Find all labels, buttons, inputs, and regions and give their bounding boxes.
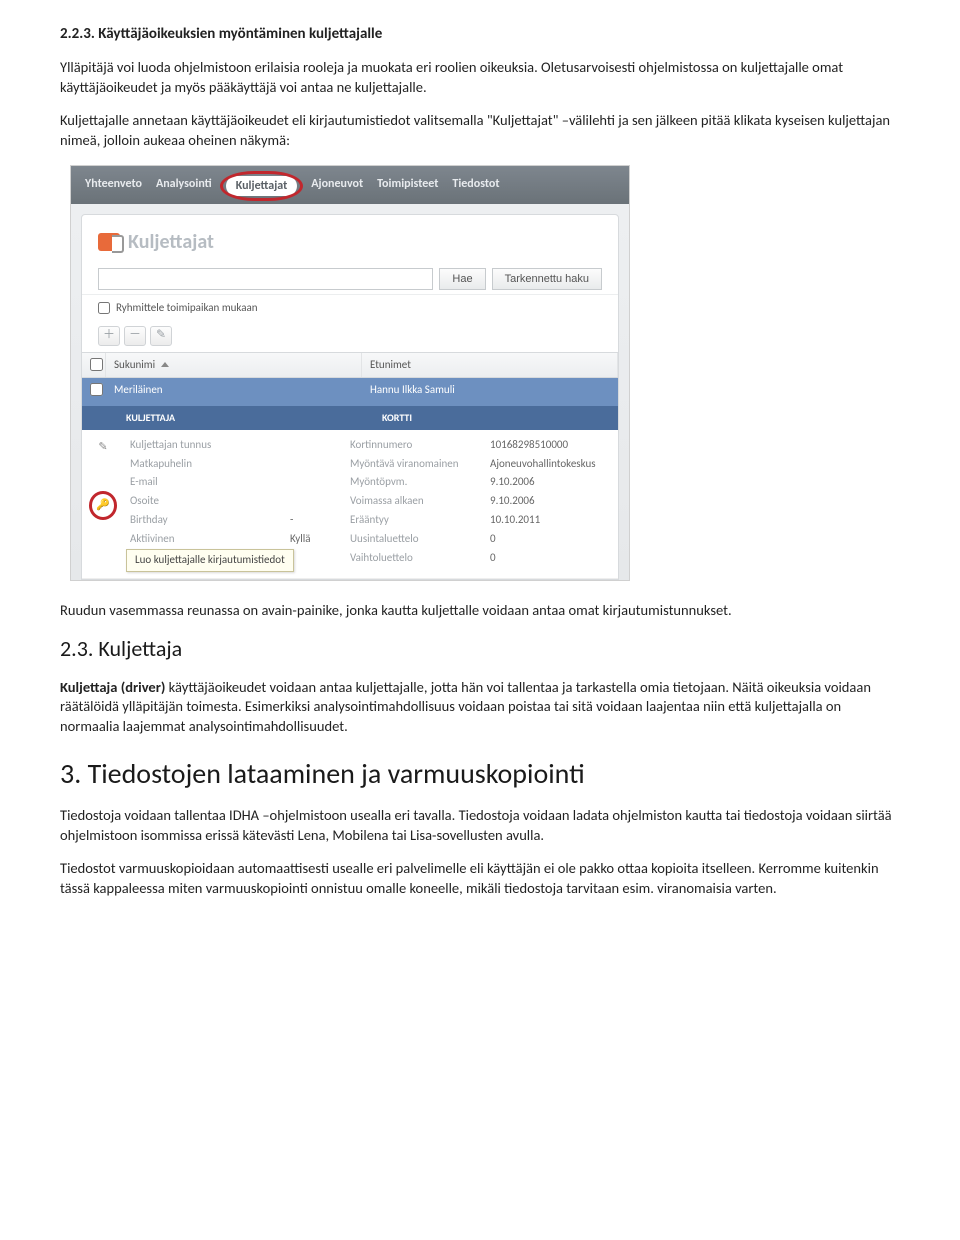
add-button[interactable]: ＋ [98,326,120,346]
group-by-row: Ryhmittele toimipaikan mukaan [82,294,618,322]
tab-tiedostot[interactable]: Tiedostot [452,176,499,196]
lbl-matkapuhelin: Matkapuhelin [124,455,284,474]
lbl-email: E-mail [124,473,284,492]
sort-asc-icon [161,362,169,367]
heading-223: 2.2.3. Käyttäjäoikeuksien myöntäminen ku… [60,24,900,44]
group-by-label: Ryhmittele toimipaikan mukaan [116,301,258,316]
lbl-myontava: Myöntävä viranomainen [344,455,484,474]
panel-kuljettajat: Kuljettajat Hae Tarkennettu haku Ryhmitt… [81,214,619,580]
lbl-birthday: Birthday [124,511,284,530]
advanced-search-button[interactable]: Tarkennettu haku [492,268,602,290]
row-surname: Meriläinen [106,378,362,406]
val-myontopvm: 9.10.2006 [484,473,618,492]
col-sukunimi-label: Sukunimi [114,358,155,373]
para-23-1: Kuljettaja (driver) käyttäjäoikeudet voi… [60,678,900,737]
col-etunimet[interactable]: Etunimet [362,353,618,378]
panel-title: Kuljettajat [82,215,618,268]
lbl-eraantyy: Erääntyy [344,511,484,530]
search-input[interactable] [98,268,433,290]
val-birthday: - [284,511,344,530]
lbl-osoite: Osoite [124,492,284,511]
para-3-1: Tiedostoja voidaan tallentaa IDHA –ohjel… [60,806,900,845]
para-223-1: Ylläpitäjä voi luoda ohjelmistoon erilai… [60,58,900,97]
tab-kuljettajat[interactable]: Kuljettajat [226,176,298,196]
subheader-right: KORTTI [362,406,618,430]
val-matkapuhelin [284,455,344,474]
search-row: Hae Tarkennettu haku [82,268,618,294]
tooltip-create-login: Luo kuljettajalle kirjautumistiedot [126,549,294,572]
detail-side-icons: ✎ 🔑 [82,436,124,568]
lbl-uusinta: Uusintaluettelo [344,530,484,549]
people-icon [98,233,120,251]
detail-subheader: KULJETTAJA KORTTI [82,406,618,430]
val-voimassa: 9.10.2006 [484,492,618,511]
val-kortinnumero: 10168298510000 [484,436,618,455]
val-myontava: Ajoneuvohallintokeskus [484,455,618,474]
para-223-2: Kuljettajalle annetaan käyttäjäoikeudet … [60,111,900,150]
lbl-aktiivinen: Aktiivinen [124,530,284,549]
panel-title-text: Kuljettajat [128,229,214,256]
table-row[interactable]: Meriläinen Hannu Ilkka Samuli [82,378,618,406]
tab-analysointi[interactable]: Analysointi [156,176,212,196]
tab-kuljettajat-label: Kuljettajat [236,179,288,193]
heading-23: 2.3. Kuljettaja [60,634,900,664]
row-firstnames: Hannu Ilkka Samuli [362,378,618,406]
screenshot-kuljettajat: Yhteenveto Analysointi Kuljettajat Ajone… [70,165,630,581]
detail-panel: ✎ 🔑 Kuljettajan tunnus Kortinnumero 1016… [82,430,618,579]
val-uusinta: 0 [484,530,618,549]
tab-ajoneuvot[interactable]: Ajoneuvot [311,176,363,196]
para-3-2: Tiedostot varmuuskopioidaan automaattise… [60,859,900,898]
lbl-tunnus: Kuljettajan tunnus [124,436,284,455]
lbl-vaihto: Vaihtoluettelo [344,549,484,568]
para-223-after: Ruudun vasemmassa reunassa on avain-pain… [60,601,900,621]
val-tunnus [284,436,344,455]
grid-header: Sukunimi Etunimet [82,352,618,379]
val-aktiivinen: Kyllä [284,530,344,549]
para-23-bold: Kuljettaja (driver) [60,678,165,696]
val-vaihto: 0 [484,549,618,568]
row-checkbox-cell [82,378,106,406]
subheader-left: KULJETTAJA [106,406,362,430]
key-icon: 🔑 [96,498,110,511]
pencil-icon[interactable]: ✎ [95,440,111,456]
group-by-checkbox[interactable] [98,302,110,314]
lbl-kortinnumero: Kortinnumero [344,436,484,455]
remove-button[interactable]: － [124,326,146,346]
key-button[interactable]: 🔑 [96,498,110,513]
val-eraantyy: 10.10.2011 [484,511,618,530]
col-sukunimi[interactable]: Sukunimi [106,353,362,378]
tab-bar: Yhteenveto Analysointi Kuljettajat Ajone… [71,166,629,204]
lbl-myontopvm: Myöntöpvm. [344,473,484,492]
grid-header-checkbox-cell [82,353,106,378]
lbl-voimassa: Voimassa alkaen [344,492,484,511]
para-23-rest: käyttäjäoikeudet voidaan antaa kuljettaj… [60,678,871,735]
select-all-checkbox[interactable] [90,358,103,371]
val-osoite [284,492,344,511]
val-email [284,473,344,492]
heading-3: 3. Tiedostojen lataaminen ja varmuuskopi… [60,755,900,793]
tab-yhteenveto[interactable]: Yhteenveto [85,176,142,196]
icon-bar: ＋ － ✎ [82,322,618,352]
edit-button[interactable]: ✎ [150,326,172,346]
search-button[interactable]: Hae [439,268,485,290]
row-checkbox[interactable] [90,383,103,396]
tab-toimipisteet[interactable]: Toimipisteet [377,176,438,196]
